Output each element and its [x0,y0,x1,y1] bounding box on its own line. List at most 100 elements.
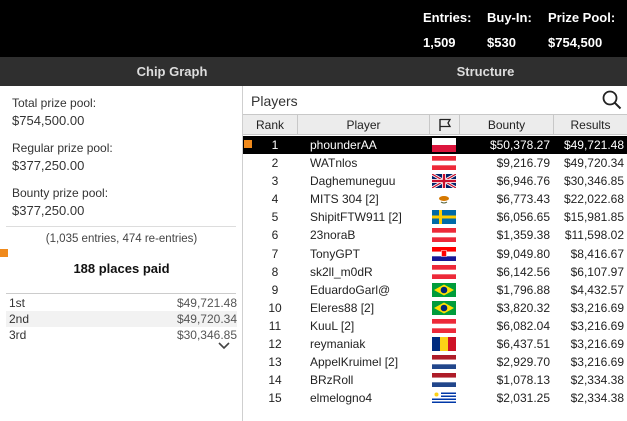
column-header-flag[interactable] [429,114,459,135]
player-rank: 2 [271,156,279,171]
player-name: ShipitFTW911 [2] [310,210,402,225]
player-results: $2,334.38 [570,391,624,406]
player-row[interactable]: 15 elmelogno4 $2,031.25 $2,334.38 [243,389,627,407]
country-flag-icon [432,228,456,243]
player-row[interactable]: 9 EduardoGarl@ $1,796.88 $4,432.57 [243,281,627,299]
player-row[interactable]: 8 sk2ll_m0dR $6,142.56 $6,107.97 [243,263,627,281]
country-flag-icon [432,337,456,352]
player-rank: 15 [268,391,282,406]
player-name: BRzRoll [310,373,354,388]
total-prize-pool-value: $754,500.00 [12,113,85,128]
payout-place: 1st [9,296,26,310]
total-prize-pool-label: Total prize pool: [12,96,97,110]
prize-pool-label: Prize Pool: [548,10,616,25]
country-flag-icon [432,264,456,279]
player-rank: 13 [268,355,282,370]
places-paid: 188 places paid [73,261,170,276]
tab-chip-graph[interactable]: Chip Graph [0,57,344,86]
player-results: $30,346.85 [563,174,624,189]
player-row[interactable]: 3 Daghemuneguu $6,946.76 $30,346.85 [243,172,627,190]
player-bounty: $1,359.38 [496,228,550,243]
player-name: TonyGPT [310,246,361,261]
column-header-bounty[interactable]: Bounty [459,114,553,135]
tab-bar: Chip Graph Structure [0,57,627,86]
player-bounty: $2,929.70 [496,355,550,370]
entries-breakdown: (1,035 entries, 474 re-entries) [45,233,198,245]
player-results: $22,022.68 [563,192,624,207]
player-bounty: $1,796.88 [496,282,550,297]
country-flag-icon [432,246,456,261]
column-header-rank[interactable]: Rank [243,114,297,135]
buyin-label: Buy-In: [487,10,532,25]
player-results: $6,107.97 [570,264,624,279]
column-header-player[interactable]: Player [297,114,429,135]
country-flag-icon [432,355,456,370]
player-row[interactable]: 14 BRzRoll $1,078.13 $2,334.38 [243,371,627,389]
player-name: Daghemuneguu [310,174,396,189]
player-results: $49,721.48 [563,138,624,152]
bounty-prize-pool-value: $377,250.00 [12,203,85,218]
player-row[interactable]: 1 phounderAA $50,378.27 $49,721.48 [243,136,627,155]
tournament-header: Entries: 1,509 Buy-In: $530 Prize Pool: … [0,0,627,57]
country-flag-icon [432,391,456,406]
tab-structure[interactable]: Structure [344,57,627,86]
country-flag-icon [432,192,456,207]
player-name: KuuL [2] [310,318,355,333]
player-rank: 11 [268,318,282,333]
player-row[interactable]: 10 Eleres88 [2] $3,820.32 $3,216.69 [243,299,627,317]
player-row[interactable]: 7 TonyGPT $9,049.80 $8,416.67 [0,245,627,263]
player-name: phounderAA [310,138,377,152]
player-bounty: $6,082.04 [496,318,550,333]
player-row[interactable]: 5 ShipitFTW911 [2] $6,056.65 $15,981.85 [243,208,627,226]
country-flag-icon [432,373,456,388]
player-row[interactable]: 12 reymaniak $6,437.51 $3,216.69 [243,335,627,353]
regular-prize-pool-label: Regular prize pool: [12,141,113,155]
player-row[interactable]: 13 AppelKruimel [2] $2,929.70 $3,216.69 [243,353,627,371]
player-bounty: $6,142.56 [496,264,550,279]
player-name: reymaniak [310,337,366,352]
player-rank: 10 [268,300,282,315]
regular-prize-pool: Regular prize pool: $377,250.00 [12,141,113,173]
player-rank: 9 [271,282,279,297]
payout-amount: $49,720.34 [176,312,237,326]
player-results: $8,416.67 [570,246,624,261]
flag-icon [438,118,451,131]
payout-row: 1st $49,721.48 [6,295,237,311]
payout-place: 3rd [9,328,27,342]
entries-value: 1,509 [423,35,456,50]
player-rank: 8 [271,264,279,279]
prize-pool-value: $754,500 [548,35,603,50]
player-bounty: $6,773.43 [496,192,550,207]
search-icon[interactable] [601,89,623,111]
player-row[interactable]: 11 KuuL [2] $6,082.04 $3,216.69 [243,317,627,335]
player-name: sk2ll_m0dR [310,264,373,279]
payout-place: 2nd [9,312,30,326]
country-flag-icon [432,138,456,152]
player-row[interactable]: 2 WATnlos $9,216.79 $49,720.34 [243,154,627,172]
prize-summary-panel: Total prize pool: $754,500.00 Regular pr… [0,86,243,421]
player-rank: 1 [271,138,279,152]
regular-prize-pool-value: $377,250.00 [12,158,85,173]
player-rank: 14 [268,373,282,388]
entries-label: Entries: [423,10,472,25]
player-results: $49,720.34 [563,156,624,171]
chevron-down-icon[interactable] [217,339,231,351]
player-rank: 3 [271,174,279,189]
payout-amount: $49,721.48 [176,296,237,310]
bounty-prize-pool-label: Bounty prize pool: [12,186,109,200]
players-panel: Players Rank Player Bounty Results 1 phou… [0,86,627,421]
column-header-results[interactable]: Results [553,114,627,135]
country-flag-icon [432,156,456,171]
player-bounty: $9,216.79 [496,156,550,171]
player-bounty: $6,056.65 [496,210,550,225]
player-row[interactable]: 6 23noraB $1,359.38 $11,598.02 [243,226,627,244]
player-results: $3,216.69 [570,355,624,370]
player-rank: 5 [271,210,279,225]
player-name: EduardoGarl@ [310,282,391,297]
player-results: $4,432.57 [570,282,624,297]
player-results: $3,216.69 [570,300,624,315]
player-row[interactable]: 4 MITS 304 [2] $6,773.43 $22,022.68 [243,190,627,208]
payout-row: 3rd $30,346.85 [6,327,237,343]
divider [6,226,236,227]
players-title: Players [251,93,298,109]
